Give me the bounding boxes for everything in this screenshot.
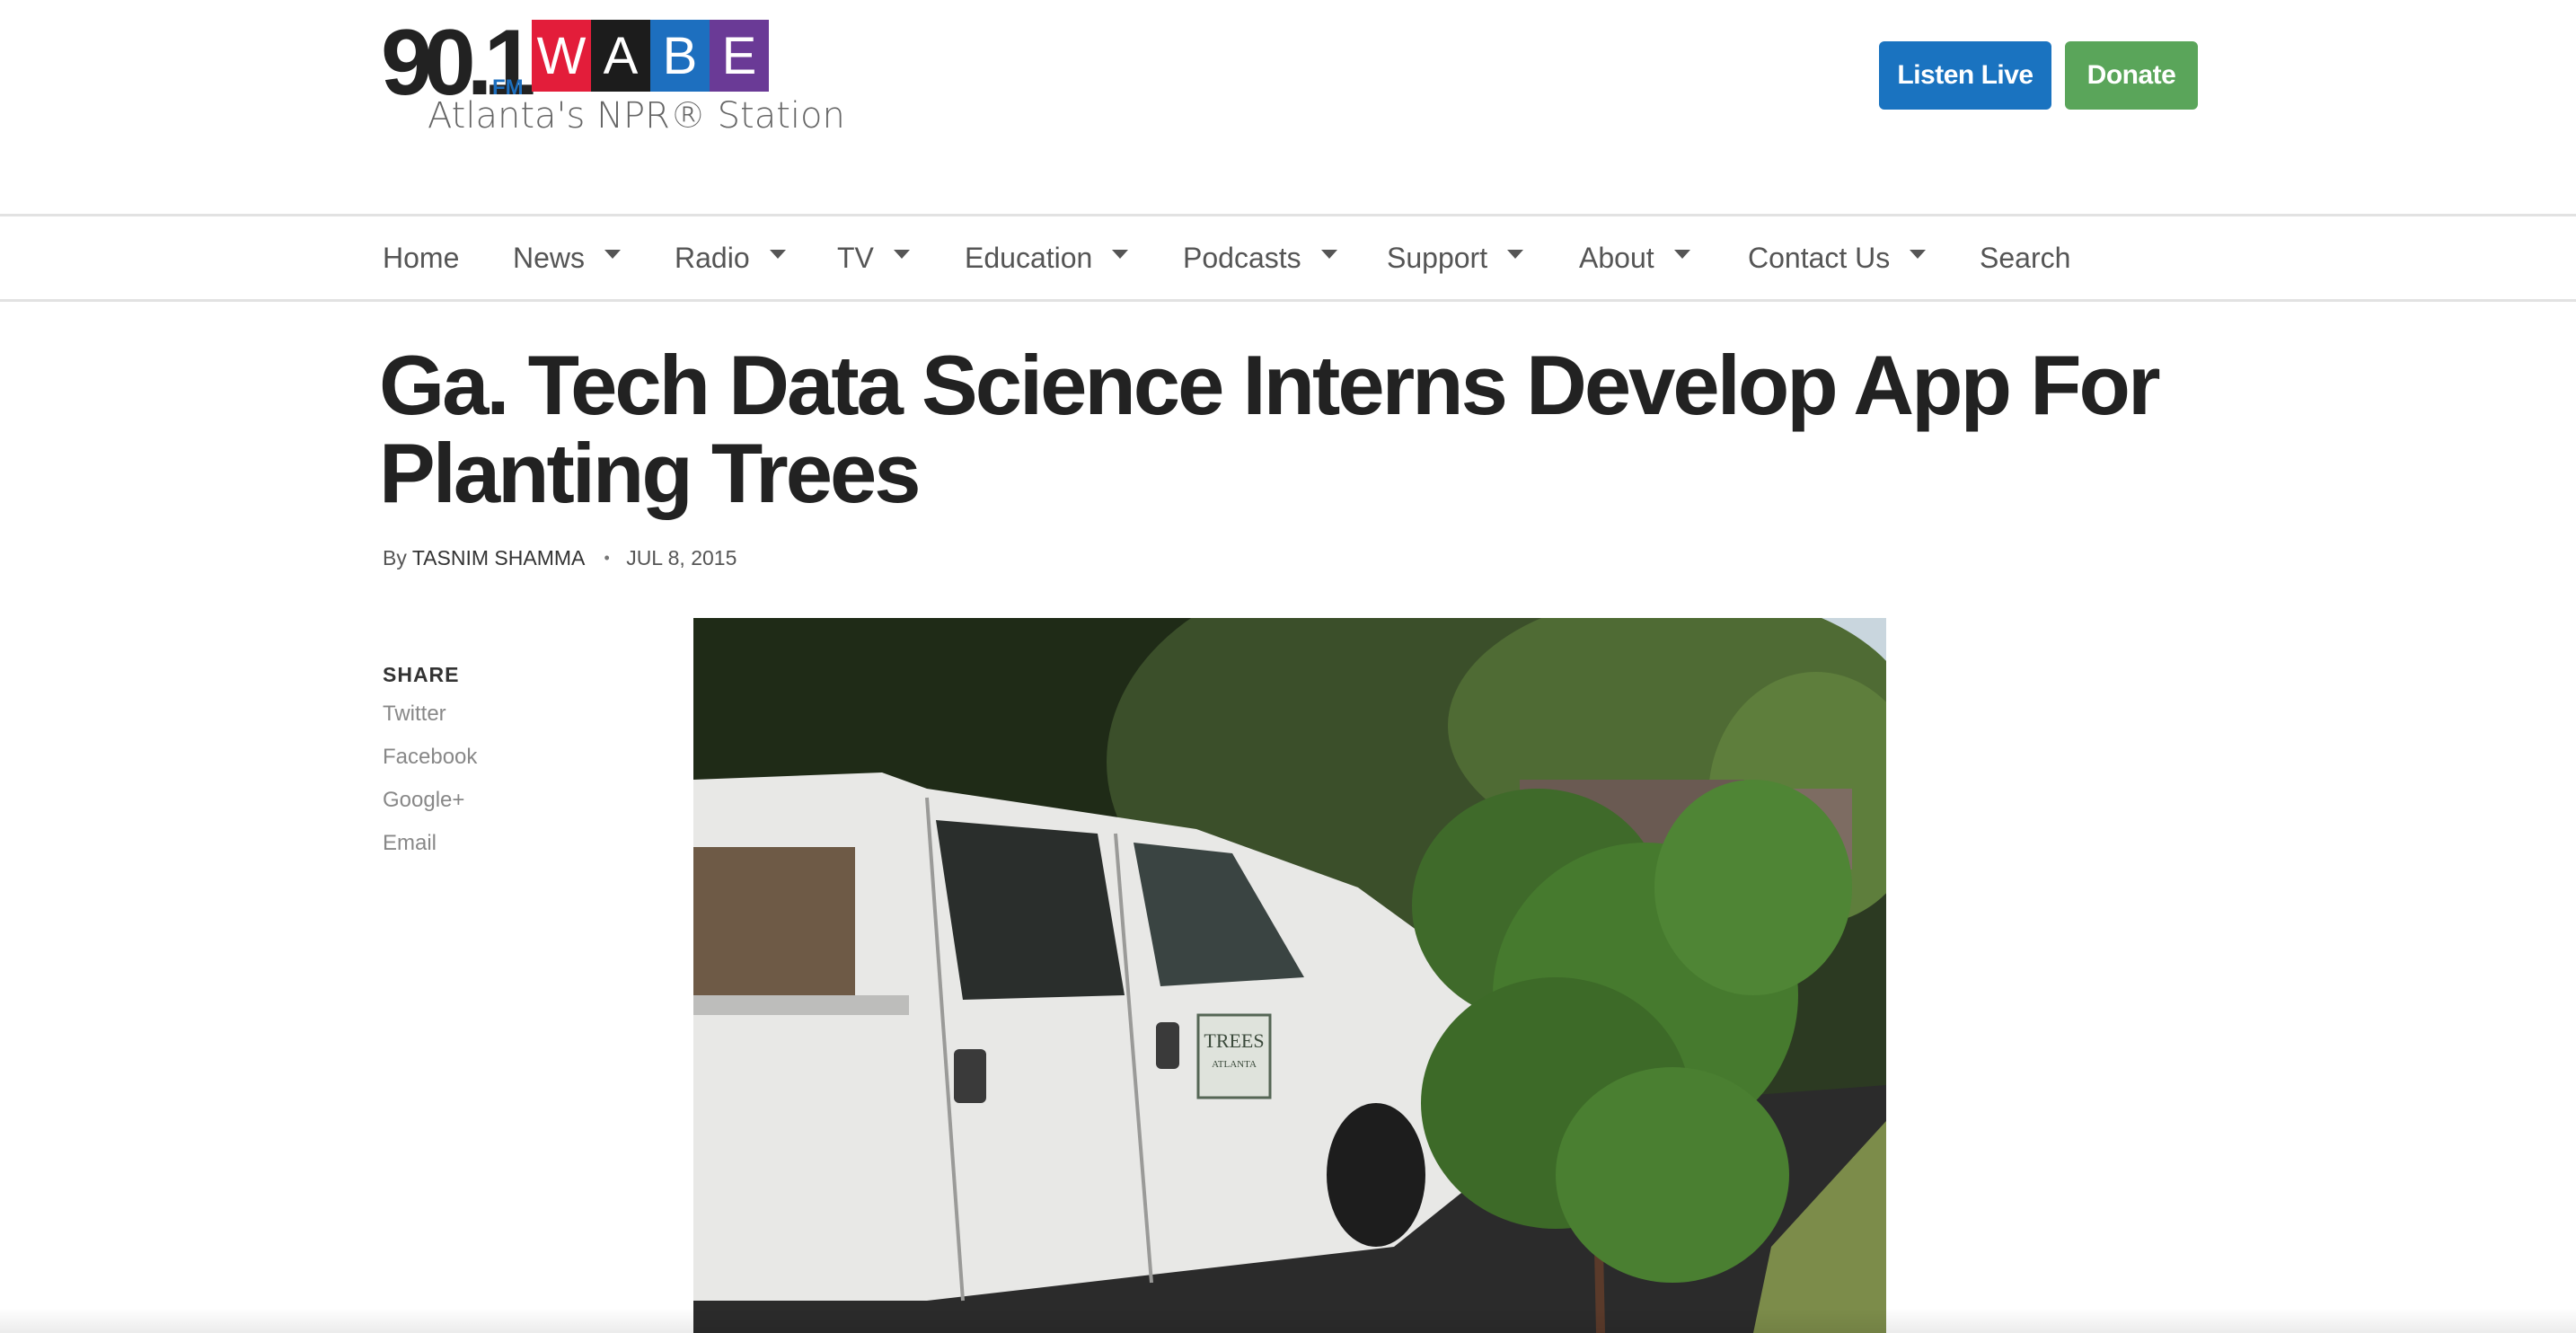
caret-down-icon: [769, 250, 786, 259]
truck-and-tree-image: TREES ATLANTA: [693, 618, 1886, 1333]
nav-item-label: About: [1579, 241, 1654, 274]
article-byline: By TASNIM SHAMMA • JUL 8, 2015: [383, 546, 737, 570]
caret-down-icon: [604, 250, 622, 259]
nav-item-tv[interactable]: TV: [837, 216, 910, 299]
door-sign-title: TREES: [1204, 1029, 1264, 1052]
nav-item-label: Education: [965, 241, 1093, 274]
author-link[interactable]: TASNIM SHAMMA: [412, 546, 584, 569]
nav-item-podcasts[interactable]: Podcasts: [1183, 216, 1337, 299]
article-title: Ga. Tech Data Science Interns Develop Ap…: [379, 338, 2161, 520]
main-nav: Home News Radio TV Education Podcasts Su…: [0, 214, 2576, 302]
caret-down-icon: [1673, 250, 1690, 259]
article-photo: TREES ATLANTA: [693, 618, 1886, 1333]
logo-letter-a: A: [591, 20, 650, 92]
nav-item-label: TV: [837, 241, 874, 274]
nav-item-label: Radio: [675, 241, 750, 274]
nav-item-home[interactable]: Home: [383, 216, 459, 299]
share-email-link[interactable]: Email: [383, 833, 526, 876]
caret-down-icon: [1112, 250, 1129, 259]
logo-letter-w: W: [532, 20, 591, 92]
nav-item-support[interactable]: Support: [1387, 216, 1524, 299]
listen-live-button[interactable]: Listen Live: [1879, 41, 2051, 110]
caret-down-icon: [1320, 250, 1337, 259]
nav-item-education[interactable]: Education: [965, 216, 1129, 299]
share-googleplus-link[interactable]: Google+: [383, 790, 526, 833]
nav-item-label: Search: [1980, 241, 2071, 274]
logo-letter-b: B: [650, 20, 710, 92]
caret-down-icon: [1507, 250, 1524, 259]
site-header: 90.1 FM W A B E Atlanta's NPR® Station L…: [0, 0, 2576, 214]
donate-button[interactable]: Donate: [2065, 41, 2198, 110]
byline-prefix: By: [383, 546, 407, 569]
wabe-logo[interactable]: 90.1 FM W A B E Atlanta's NPR® Station: [381, 16, 845, 142]
nav-item-label: Contact Us: [1748, 241, 1891, 274]
nav-item-radio[interactable]: Radio: [675, 216, 786, 299]
nav-item-news[interactable]: News: [513, 216, 622, 299]
nav-item-search[interactable]: Search: [1980, 216, 2070, 299]
nav-item-label: News: [513, 241, 586, 274]
nav-item-about[interactable]: About: [1579, 216, 1690, 299]
publish-date: JUL 8, 2015: [626, 546, 737, 569]
nav-item-label: Home: [383, 241, 460, 274]
share-panel: SHARE Twitter Facebook Google+ Email: [383, 663, 526, 876]
logo-letter-e: E: [710, 20, 769, 92]
nav-item-label: Support: [1387, 241, 1488, 274]
caret-down-icon: [893, 250, 910, 259]
caret-down-icon: [1910, 250, 1927, 259]
share-heading: SHARE: [383, 663, 460, 686]
nav-item-contact-us[interactable]: Contact Us: [1748, 216, 1927, 299]
byline-separator: •: [604, 549, 610, 567]
share-facebook-link[interactable]: Facebook: [383, 746, 526, 790]
logo-letters: W A B E: [532, 20, 769, 92]
nav-item-label: Podcasts: [1183, 241, 1301, 274]
share-twitter-link[interactable]: Twitter: [383, 703, 526, 746]
logo-tagline: Atlanta's NPR® Station: [428, 95, 845, 137]
door-sign-subtitle: ATLANTA: [1212, 1059, 1257, 1070]
